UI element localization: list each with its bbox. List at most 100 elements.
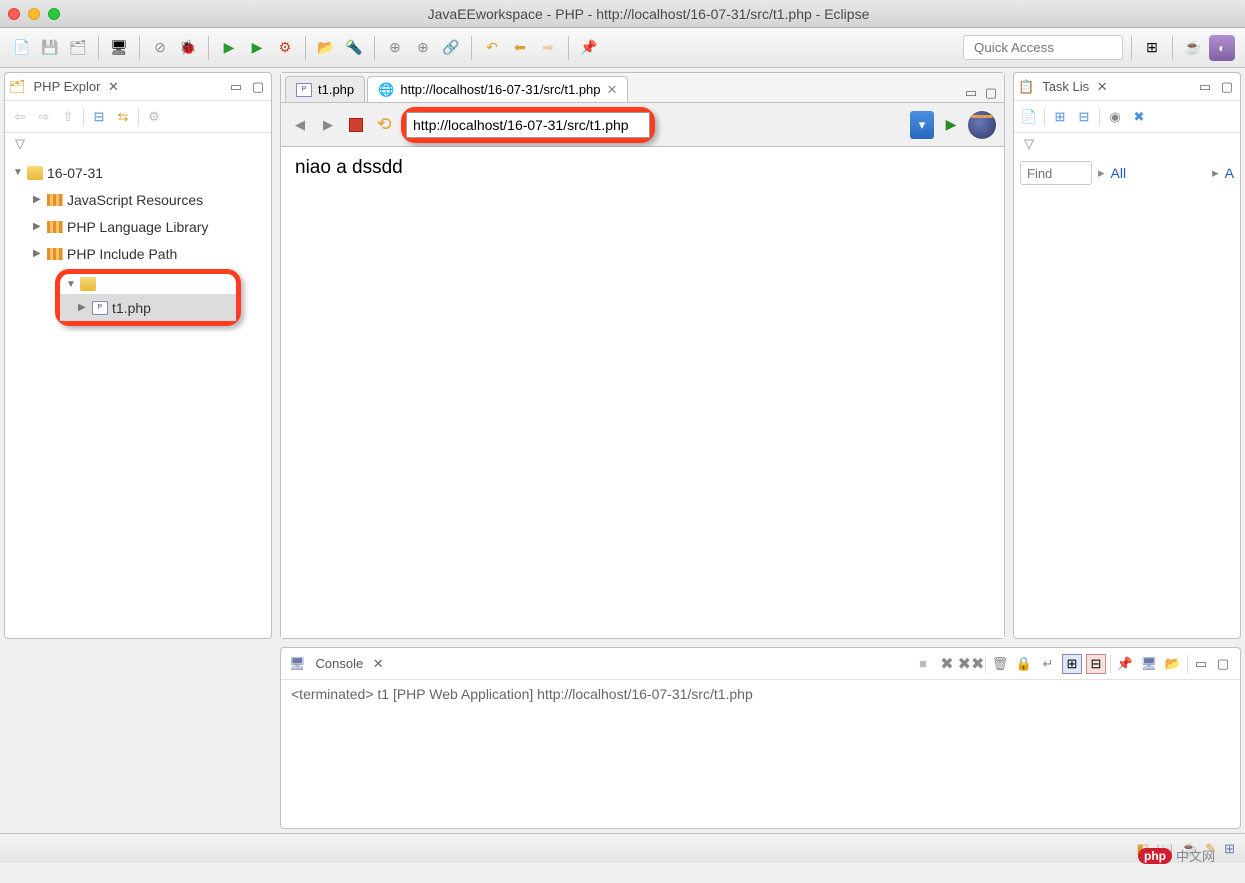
browser-back-icon[interactable]: ◀ [289, 114, 311, 136]
activate-link[interactable]: A [1225, 165, 1234, 181]
save-button[interactable]: 💾 [38, 36, 62, 60]
quick-access-input[interactable] [963, 35, 1123, 60]
remove-all-launch-icon[interactable]: ✖✖ [961, 654, 981, 674]
expand-icon[interactable]: ▶ [33, 194, 43, 205]
explorer-title: PHP Explor [34, 79, 101, 94]
close-window-icon[interactable] [8, 8, 20, 20]
maximize-view-icon[interactable]: ▢ [1218, 78, 1236, 96]
minimize-view-icon[interactable]: ▭ [1192, 655, 1210, 673]
new-button[interactable]: 📄 [10, 36, 34, 60]
tab-browser[interactable]: 🌐 http://localhost/16-07-31/src/t1.php ✕ [367, 76, 628, 102]
schedule-icon[interactable]: ⊟ [1075, 108, 1093, 126]
tree-item[interactable]: ▶ JavaScript Resources [5, 186, 271, 213]
collapse-all-icon[interactable]: ⊟ [90, 108, 108, 126]
word-wrap-icon[interactable]: ↵ [1038, 654, 1058, 674]
perspective-button[interactable]: ⊞ [1140, 36, 1164, 60]
run-button[interactable]: ▶ [217, 36, 241, 60]
eclipse-icon [968, 111, 996, 139]
url-input[interactable] [406, 112, 650, 138]
maximize-window-icon[interactable] [48, 8, 60, 20]
all-link[interactable]: All [1111, 165, 1127, 181]
forward-nav-icon[interactable]: ⇨ [35, 108, 53, 126]
external-tools-button[interactable]: ⚙ [273, 36, 297, 60]
browser-stop-icon[interactable] [345, 114, 367, 136]
pin-console-icon[interactable]: 📌 [1115, 654, 1135, 674]
page-text: niao a dssdd [295, 157, 403, 178]
close-view-icon[interactable]: ✕ [104, 78, 122, 96]
terminate-icon[interactable]: ■ [913, 654, 933, 674]
minimize-view-icon[interactable]: ▭ [227, 78, 245, 96]
back-button[interactable]: ⬅ [508, 36, 532, 60]
tree-item[interactable]: ▶ PHP Include Path [5, 240, 271, 267]
browser-go-icon[interactable]: ▶ [940, 114, 962, 136]
expand-icon[interactable]: ▼ [66, 279, 76, 290]
scroll-lock-icon[interactable]: 🔒 [1014, 654, 1034, 674]
maximize-view-icon[interactable]: ▢ [1214, 655, 1232, 673]
find-input[interactable] [1020, 161, 1092, 185]
open-button[interactable]: 📂 [314, 36, 338, 60]
maximize-editor-icon[interactable]: ▢ [982, 84, 1000, 102]
back-nav-icon[interactable]: ⇦ [11, 108, 29, 126]
tab-file[interactable]: P t1.php [285, 76, 365, 102]
terminal-button[interactable]: 🖥 [107, 36, 131, 60]
save-all-button[interactable]: 🗂 [66, 36, 90, 60]
chevron-right-icon[interactable]: ▸ [1212, 165, 1219, 181]
chevron-right-icon[interactable]: ▸ [1098, 165, 1105, 181]
bottom-left-spacer [4, 647, 272, 829]
tree-item[interactable]: ▶ PHP Language Library [5, 213, 271, 240]
filter-icon[interactable]: ⚙ [145, 108, 163, 126]
tree-label: JavaScript Resources [67, 192, 203, 208]
focus-icon[interactable]: ◉ [1106, 108, 1124, 126]
close-tab-icon[interactable]: ✕ [607, 82, 618, 98]
view-menu-icon[interactable]: ▽ [1020, 135, 1038, 153]
debug-button[interactable]: 🐞 [176, 36, 200, 60]
search-button[interactable]: 🔦 [342, 36, 366, 60]
categorize-icon[interactable]: ⊞ [1051, 108, 1069, 126]
java-perspective-icon[interactable]: ☕ [1181, 36, 1205, 60]
file-node[interactable]: ▶ P t1.php [60, 294, 236, 321]
minimize-view-icon[interactable]: ▭ [1196, 78, 1214, 96]
pin-button[interactable]: 📌 [577, 36, 601, 60]
project-label: 16-07-31 [47, 165, 103, 181]
show-console-red-icon[interactable]: ⊟ [1086, 654, 1106, 674]
src-folder-node[interactable]: ▼ src [60, 274, 236, 294]
browser-refresh-icon[interactable]: ⟲ [373, 114, 395, 136]
expand-icon[interactable]: ▶ [78, 302, 88, 313]
expand-icon[interactable]: ▶ [33, 248, 43, 259]
open-task-button[interactable]: ⊕ [411, 36, 435, 60]
project-node[interactable]: ▼ 16-07-31 [5, 159, 271, 186]
tree-label: PHP Include Path [67, 246, 177, 262]
new-task-icon[interactable]: 📄 [1020, 108, 1038, 126]
close-view-icon[interactable]: ✕ [1093, 78, 1111, 96]
status-icon[interactable]: ⊞ [1224, 841, 1235, 857]
php-perspective-icon[interactable]: ◐ [1209, 35, 1235, 61]
forward-button[interactable]: ➡ [536, 36, 560, 60]
show-console-icon[interactable]: ⊞ [1062, 654, 1082, 674]
expand-icon[interactable]: ▼ [13, 167, 23, 178]
php-explorer-panel: 🗂 PHP Explor ✕ ▭ ▢ ⇦ ⇨ ⇧ ⊟ ⇆ ⚙ ▽ ▼ 16-07… [4, 72, 272, 639]
view-menu-icon[interactable]: ▽ [11, 135, 29, 153]
library-icon [47, 194, 63, 206]
minimize-editor-icon[interactable]: ▭ [962, 84, 980, 102]
skip-breakpoints-button[interactable]: ⊘ [148, 36, 172, 60]
open-type-button[interactable]: ⊕ [383, 36, 407, 60]
open-console-icon[interactable]: 📂 [1163, 654, 1183, 674]
minimize-window-icon[interactable] [28, 8, 40, 20]
close-view-icon[interactable]: ✕ [369, 655, 387, 673]
display-console-icon[interactable]: 🖥 [1139, 654, 1159, 674]
prev-edit-button[interactable]: ↶ [480, 36, 504, 60]
link-button[interactable]: 🔗 [439, 36, 463, 60]
expand-icon[interactable]: ▶ [33, 221, 43, 232]
browser-forward-icon[interactable]: ▶ [317, 114, 339, 136]
remove-launch-icon[interactable]: ✖ [937, 654, 957, 674]
window-controls [8, 8, 60, 20]
filter-icon[interactable]: ✖ [1130, 108, 1148, 126]
url-dropdown-icon[interactable]: ▾ [910, 111, 934, 139]
link-editor-icon[interactable]: ⇆ [114, 108, 132, 126]
maximize-view-icon[interactable]: ▢ [249, 78, 267, 96]
run-last-button[interactable]: ▶ [245, 36, 269, 60]
console-header: 🖥 Console ✕ ■ ✖ ✖✖ 🗑 🔒 ↵ ⊞ ⊟ 📌 🖥 📂 ▭ ▢ [281, 648, 1240, 680]
statusbar: ◧ 📖 ☕ ✎ ⊞ [0, 833, 1245, 863]
clear-console-icon[interactable]: 🗑 [990, 654, 1010, 674]
up-nav-icon[interactable]: ⇧ [59, 108, 77, 126]
